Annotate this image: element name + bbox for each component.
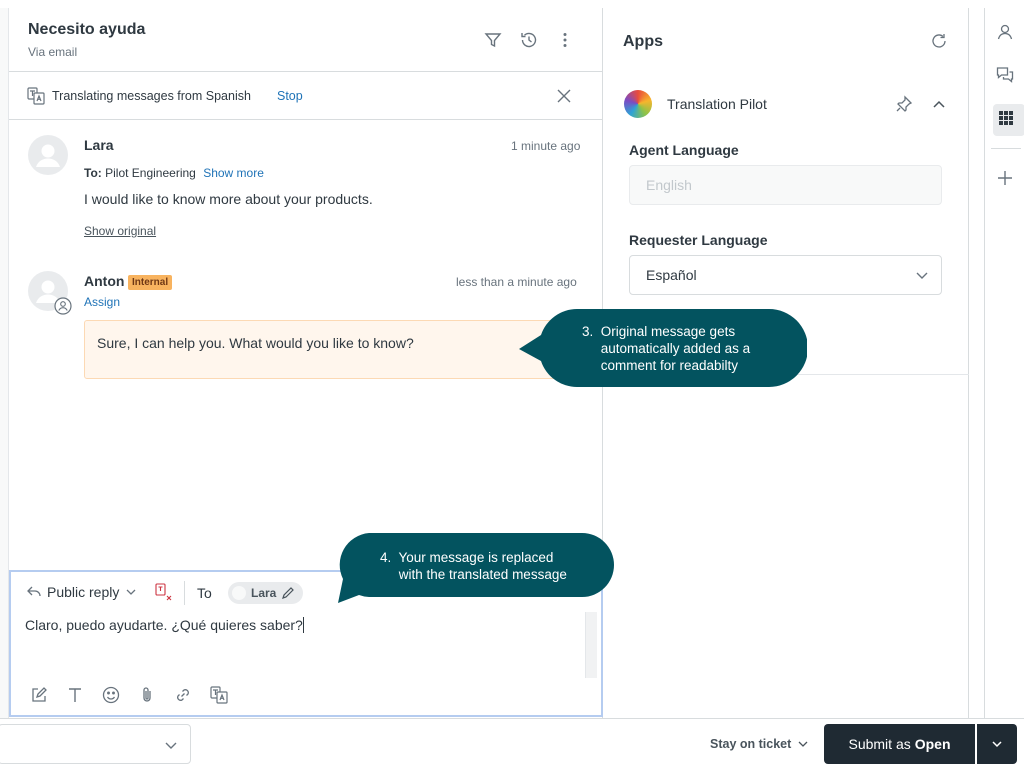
translate-icon[interactable] <box>210 686 228 704</box>
link-icon[interactable] <box>174 686 192 704</box>
agent-language-label: Agent Language <box>629 142 739 158</box>
history-icon[interactable] <box>519 30 539 50</box>
callout-line: comment for readabilty <box>582 358 739 373</box>
stop-translation-link[interactable]: Stop <box>277 89 303 103</box>
stay-on-ticket-dropdown[interactable]: Stay on ticket <box>710 737 809 751</box>
requester-language-value: Español <box>646 267 697 283</box>
internal-badge: Internal <box>128 275 173 290</box>
callout-line: automatically added as a <box>582 341 751 356</box>
message-timestamp: less than a minute ago <box>456 275 577 289</box>
reply-arrow-icon <box>27 586 41 597</box>
composer-input[interactable]: Claro, puedo ayudarte. ¿Qué quieres sabe… <box>25 617 304 633</box>
conversations-icon[interactable] <box>995 65 1015 85</box>
compose-icon[interactable] <box>30 686 48 704</box>
submit-button[interactable]: Submit as Open <box>824 724 975 764</box>
chevron-down-icon <box>165 742 177 749</box>
ticket-header: Necesito ayuda Via email <box>9 8 603 72</box>
divider <box>184 581 185 605</box>
recipient-name: Lara <box>251 586 277 600</box>
filter-icon[interactable] <box>483 30 503 50</box>
submit-options-button[interactable] <box>977 724 1017 764</box>
internal-note-text: Sure, I can help you. What would you lik… <box>97 335 414 351</box>
callout-line: 4. Your message is replaced <box>380 550 554 565</box>
internal-note: Sure, I can help you. What would you lik… <box>84 320 594 379</box>
to-label: To <box>197 585 212 601</box>
agent-language-field: English <box>629 165 942 205</box>
context-rail <box>984 8 1024 718</box>
footer-bar: Stay on ticket Submit as Open <box>0 718 1024 768</box>
callout-3-text: 3. Original message gets automatically a… <box>582 323 750 374</box>
add-icon[interactable] <box>995 168 1015 188</box>
translate-icon <box>27 87 45 105</box>
close-icon[interactable] <box>557 89 571 103</box>
more-options-icon[interactable] <box>555 30 575 50</box>
app-root: Necesito ayuda Via email Translating mes… <box>0 0 1024 768</box>
app-name: Translation Pilot <box>667 96 767 112</box>
reply-type-selector[interactable]: Public reply <box>27 584 137 600</box>
chevron-down-icon <box>126 589 136 595</box>
disable-translation-icon[interactable] <box>154 582 174 602</box>
translation-bar: Translating messages from Spanish Stop <box>9 72 603 120</box>
show-original-link[interactable]: Show original <box>84 224 156 238</box>
attachment-icon[interactable] <box>138 686 156 704</box>
chevron-up-icon[interactable] <box>932 97 946 111</box>
callout-4-text: 4. Your message is replaced with the tra… <box>380 549 567 583</box>
left-edge-panel <box>0 8 9 718</box>
message-author: Anton <box>84 273 125 289</box>
message-author: Lara <box>84 137 114 153</box>
pin-icon[interactable] <box>895 95 913 113</box>
pencil-icon[interactable] <box>281 586 295 600</box>
apps-title: Apps <box>623 33 663 50</box>
avatar <box>28 135 68 175</box>
translation-status-text: Translating messages from Spanish <box>52 89 251 103</box>
stay-on-ticket-label: Stay on ticket <box>710 737 792 751</box>
requester-language-label: Requester Language <box>629 232 768 248</box>
callout-3: 3. Original message gets automatically a… <box>519 309 807 387</box>
scrollbar[interactable] <box>585 612 597 678</box>
composer-text: Claro, puedo ayudarte. ¿Qué quieres sabe… <box>25 617 303 633</box>
submit-prefix: Submit as <box>848 736 911 752</box>
message-recipients: To: Pilot Engineering Show more <box>84 166 264 180</box>
recipient-name: Pilot Engineering <box>105 166 196 180</box>
assign-link[interactable]: Assign <box>84 295 120 309</box>
callout-4: 4. Your message is replaced with the tra… <box>335 533 616 603</box>
callout-line: with the translated message <box>380 567 567 582</box>
message-body: I would like to know more about your pro… <box>84 191 373 207</box>
chevron-down-icon <box>916 272 928 279</box>
recipient-chip[interactable]: Lara <box>228 582 304 604</box>
message-timestamp: 1 minute ago <box>511 139 581 153</box>
reply-type-label: Public reply <box>47 584 120 600</box>
refresh-icon[interactable] <box>930 32 948 50</box>
chevron-down-icon <box>798 741 808 747</box>
ticket-channel: Via email <box>28 45 78 59</box>
user-silhouette-icon <box>36 144 60 167</box>
agent-badge-icon <box>54 297 72 315</box>
divider <box>991 148 1021 149</box>
callout-line: 3. Original message gets <box>582 324 736 339</box>
text-cursor <box>302 617 304 633</box>
avatar <box>232 586 246 600</box>
requester-language-select[interactable]: Español <box>629 255 942 295</box>
user-icon[interactable] <box>995 22 1015 42</box>
app-logo <box>624 90 652 118</box>
text-format-icon[interactable] <box>66 686 84 704</box>
to-label: To: <box>84 166 102 180</box>
show-more-link[interactable]: Show more <box>203 166 264 180</box>
chevron-down-icon <box>992 741 1002 748</box>
macro-select[interactable] <box>0 724 191 764</box>
ticket-title: Necesito ayuda <box>28 21 146 38</box>
apps-grid-icon[interactable] <box>998 110 1014 126</box>
emoji-icon[interactable] <box>102 686 120 704</box>
submit-status: Open <box>914 736 951 752</box>
